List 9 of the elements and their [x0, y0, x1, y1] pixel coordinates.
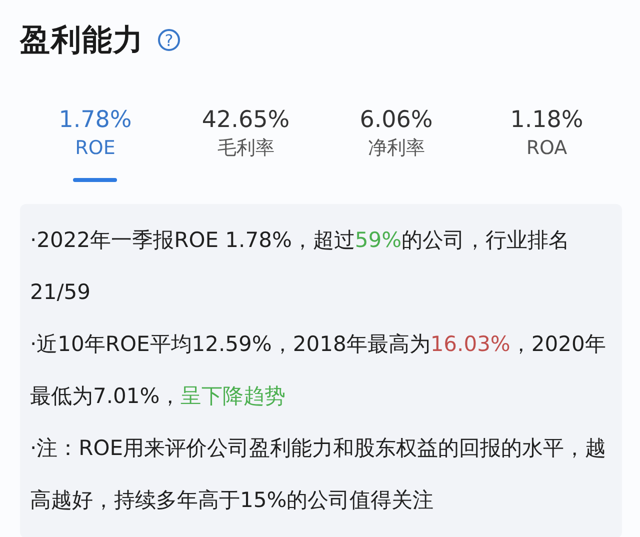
metric-tab[interactable]: 1.18% ROA [472, 106, 622, 186]
note-text: ·注：ROE用来评价公司盈利能力和股东权益的回报的水平，越高越好，持续多年高于15%的公司值得关注 [30, 435, 608, 514]
metric-tab[interactable]: 6.06% 净利率 [321, 106, 472, 186]
note-text: ·近10年ROE平均12.59%，2018年最高为16.03%，2020年最低为7.01%，呈下降趋势 [30, 331, 607, 410]
metric-tab[interactable]: 42.65% 毛利率 [170, 106, 321, 186]
help-icon[interactable]: ? [158, 29, 180, 51]
section-title: 盈利能力 [20, 22, 144, 60]
note-text: ·2022年一季报ROE 1.78%，超过59%的公司，行业排名21/59 [30, 227, 571, 306]
metric-tab[interactable]: 1.78% ROE [20, 106, 170, 186]
